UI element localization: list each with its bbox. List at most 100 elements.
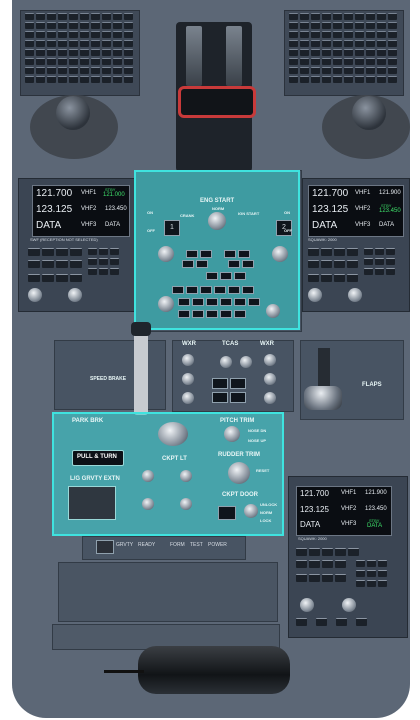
rmp-right-row3-freq: DATA — [312, 220, 338, 231]
nose-up-label: NOSE UP — [248, 438, 267, 443]
eng-start-buttons[interactable] — [172, 250, 268, 320]
bottom-label-3: FORM — [170, 542, 185, 548]
speed-brake-label: SPEED BRAKE — [90, 376, 127, 382]
eng-start-mode-norm: NORM — [212, 206, 225, 211]
wxr-knob-left-1[interactable] — [182, 354, 194, 366]
eng-start-mode-crank: CRANK — [180, 213, 195, 218]
eng-start-title: ENG START — [200, 198, 235, 204]
speed-brake-panel — [54, 340, 166, 410]
eng-start-knob-left[interactable] — [158, 296, 174, 312]
wxr-knob-left-3[interactable] — [182, 392, 194, 404]
wxr-knob-right-1[interactable] — [264, 354, 276, 366]
bottom-label-1: GRVTY — [116, 542, 134, 548]
rmp-left-row1-label: VHF1 — [81, 190, 97, 196]
rmp-left-footer: SWF (RECEPTION NOT SELECTED) — [30, 237, 98, 242]
eng-on-label-left: ON — [147, 210, 153, 215]
tcas-button-1[interactable] — [212, 378, 228, 389]
park-brake-knob[interactable] — [158, 422, 188, 446]
rmp-right-row1-label: VHF1 — [355, 190, 371, 196]
rmp-third-row2-label: VHF2 — [341, 506, 357, 512]
pull-turn-button[interactable]: PULL & TURN — [72, 450, 124, 466]
lg-gravity-handle[interactable] — [68, 486, 116, 520]
eng-start-selector-knob[interactable] — [208, 212, 226, 230]
rmp-right-row2-freq: 123.125 — [312, 204, 349, 215]
ckpt-lt-knob-3[interactable] — [142, 498, 154, 510]
rmp-left-row3-right: DATA — [105, 222, 121, 228]
wxr-right-label: WXR — [260, 341, 274, 347]
rmp-third-display: 121.700 VHF1 121.900 123.125 VHF2 123.45… — [296, 486, 392, 536]
wxr-knob-right-3[interactable] — [264, 392, 276, 404]
ckpt-door-label: CKPT DOOR — [222, 492, 258, 498]
ckpt-door-switch[interactable] — [244, 504, 258, 518]
wxr-left-label: WXR — [182, 341, 196, 347]
lg-gravity-label: L/G GRVTY EXTN — [70, 476, 120, 482]
rmp-third-footer: SQUAWK: 2000 — [298, 536, 327, 541]
ckpt-lt-knob-4[interactable] — [180, 498, 192, 510]
rmp-third-row2-freq: 123.125 — [300, 505, 329, 514]
flaps-label: FLAPS — [362, 382, 382, 388]
flashlight-icon[interactable] — [138, 646, 290, 694]
rmp-left-row3-freq: DATA — [36, 220, 62, 231]
pedestal-console: 121.700 VHF1 STBY 121.000 123.125 VHF2 1… — [12, 0, 410, 718]
rmp-left-row2-right: 123.450 — [105, 206, 127, 212]
unlock-label: UNLOCK — [260, 502, 278, 507]
tcas-knob-1[interactable] — [220, 356, 232, 368]
thrust-lever-right[interactable] — [226, 26, 242, 86]
pitch-trim-label: PITCH TRIM — [220, 418, 255, 424]
tcas-button-4[interactable] — [230, 392, 246, 403]
rmp-left-keys[interactable] — [28, 248, 132, 304]
rmp-third-keys[interactable] — [296, 548, 396, 630]
bottom-label-4: TEST — [190, 542, 203, 548]
rmp-right-row1-right: 121.900 — [379, 190, 401, 196]
rmp-right-row3-right: DATA — [379, 222, 395, 228]
ckpt-door-button[interactable] — [218, 506, 236, 520]
reset-label: RESET — [256, 468, 270, 473]
bottom-button-1[interactable] — [96, 540, 114, 554]
trackball-left-icon[interactable] — [56, 96, 90, 130]
rmp-right-row1-freq: 121.700 — [312, 188, 349, 199]
ckpt-lt-knob-2[interactable] — [180, 470, 192, 482]
bottom-label-5: POWER — [208, 542, 227, 548]
tcas-button-2[interactable] — [230, 378, 246, 389]
rmp-third-row3-label: VHF3 — [341, 521, 357, 527]
pitch-trim-switch[interactable] — [224, 426, 240, 442]
tcas-knob-2[interactable] — [240, 356, 252, 368]
rmp-left-row1-stby: 121.000 — [103, 192, 125, 198]
lock-label: LOCK — [260, 518, 272, 523]
wxr-knob-right-2[interactable] — [264, 373, 276, 385]
rmp-right-row2-stby: 123.450 — [379, 208, 401, 214]
pull-turn-label: PULL & TURN — [77, 454, 117, 460]
trackball-right-icon[interactable] — [352, 96, 386, 130]
park-brk-label: PARK BRK — [72, 418, 104, 424]
eng1-master-switch[interactable]: 1 — [164, 220, 180, 236]
tcas-label: TCAS — [222, 341, 239, 347]
thrust-lever-left[interactable] — [186, 26, 202, 86]
norm-label: NORM — [260, 510, 273, 515]
rmp-right-row3-label: VHF3 — [355, 222, 371, 228]
ckpt-lt-knob-1[interactable] — [142, 470, 154, 482]
rmp-third-row1-freq: 121.700 — [300, 489, 329, 498]
tcas-button-3[interactable] — [212, 392, 228, 403]
speed-brake-handle-icon[interactable] — [131, 322, 151, 336]
bottom-label-2: READY — [138, 542, 156, 548]
wxr-knob-left-2[interactable] — [182, 373, 194, 385]
rmp-right-keys[interactable] — [308, 248, 404, 304]
rudder-trim-knob[interactable] — [228, 462, 250, 484]
flashlight-cable — [104, 670, 144, 673]
rmp-left-row2-label: VHF2 — [81, 206, 97, 212]
mcdu-keypad-left[interactable] — [20, 10, 140, 96]
mcdu-keypad-right[interactable] — [284, 10, 404, 96]
check-icon-right[interactable] — [272, 246, 288, 262]
rmp-third-row3-stby: DATA — [367, 523, 383, 529]
rmp-left-row1-freq: 121.700 — [36, 188, 73, 199]
rmp-right-display: 121.700 VHF1 121.900 123.125 VHF2 STBY 1… — [308, 185, 404, 237]
eng-off-label-left: OFF — [147, 228, 155, 233]
rmp-third-row1-label: VHF1 — [341, 490, 357, 496]
speed-brake-lever[interactable] — [134, 325, 148, 415]
rmp-third-row1-right: 121.900 — [365, 490, 387, 496]
eng-start-knob-right[interactable] — [266, 304, 280, 318]
flaps-lever-handle-icon[interactable] — [304, 386, 342, 410]
rmp-left-row3-label: VHF3 — [81, 222, 97, 228]
thrust-lever-handle-icon[interactable] — [178, 86, 256, 118]
ckpt-lt-label: CKPT LT — [162, 456, 187, 462]
